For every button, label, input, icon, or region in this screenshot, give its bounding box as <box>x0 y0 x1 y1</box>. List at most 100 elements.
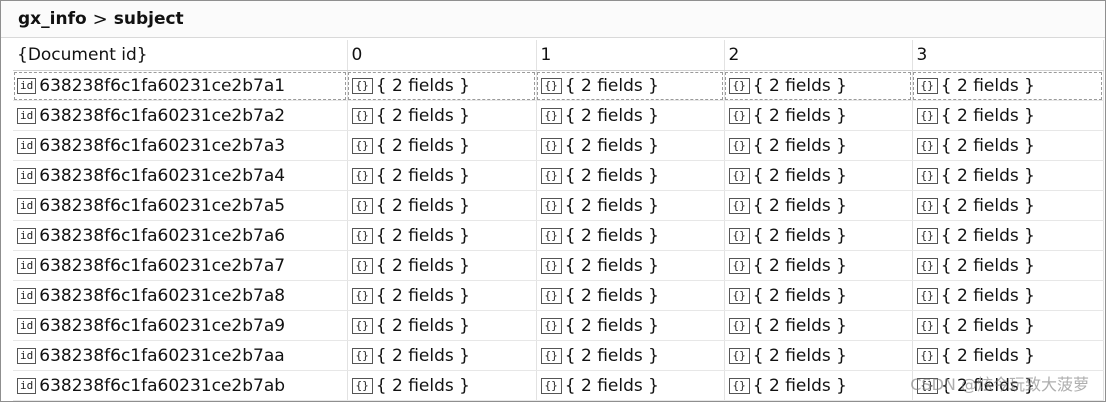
object-field-cell[interactable]: {}{ 2 fields } <box>536 70 725 101</box>
object-field-cell[interactable]: {}{ 2 fields } <box>347 130 537 161</box>
table-body: id 638238f6c1fa60231ce2b7a1{}{ 2 fields }… <box>13 70 1104 401</box>
object-field-cell[interactable]: {}{ 2 fields } <box>912 130 1104 161</box>
object-field-cell[interactable]: {}{ 2 fields } <box>724 250 913 281</box>
object-field-cell[interactable]: {}{ 2 fields } <box>724 100 913 131</box>
object-field-cell[interactable]: {}{ 2 fields } <box>724 310 913 341</box>
document-id-cell[interactable]: id 638238f6c1fa60231ce2b7a9 <box>13 310 348 341</box>
id-type-icon: id <box>17 227 37 244</box>
document-id-cell[interactable]: id 638238f6c1fa60231ce2b7a4 <box>13 160 348 191</box>
object-type-icon: {} <box>540 77 562 94</box>
object-type-icon: {} <box>728 107 750 124</box>
document-id-cell[interactable]: id 638238f6c1fa60231ce2b7a2 <box>13 100 348 131</box>
table-row[interactable]: id 638238f6c1fa60231ce2b7a8{}{ 2 fields }… <box>13 280 1104 311</box>
object-field-cell[interactable]: {}{ 2 fields } <box>536 130 725 161</box>
object-field-cell[interactable]: {}{ 2 fields } <box>536 370 725 401</box>
table-row[interactable]: id 638238f6c1fa60231ce2b7a9{}{ 2 fields }… <box>13 310 1104 341</box>
object-field-cell[interactable]: {}{ 2 fields } <box>347 160 537 191</box>
object-field-cell[interactable]: {}{ 2 fields } <box>912 310 1104 341</box>
object-field-cell[interactable]: {}{ 2 fields } <box>912 70 1104 101</box>
object-field-summary: { 2 fields } <box>564 255 659 276</box>
object-field-cell[interactable]: {}{ 2 fields } <box>724 370 913 401</box>
object-type-icon: {} <box>728 227 750 244</box>
object-field-cell[interactable]: {}{ 2 fields } <box>536 190 725 221</box>
object-type-icon: {} <box>916 77 938 94</box>
table-row[interactable]: id 638238f6c1fa60231ce2b7a5{}{ 2 fields }… <box>13 190 1104 221</box>
column-header-1[interactable]: 1 <box>536 40 725 71</box>
object-field-cell[interactable]: {}{ 2 fields } <box>724 70 913 101</box>
column-header-0[interactable]: 0 <box>347 40 537 71</box>
object-field-cell[interactable]: {}{ 2 fields } <box>724 220 913 251</box>
object-field-cell[interactable]: {}{ 2 fields } <box>724 340 913 371</box>
object-field-cell[interactable]: {}{ 2 fields } <box>347 340 537 371</box>
breadcrumb-collection[interactable]: gx_info <box>18 9 87 29</box>
table-row[interactable]: id 638238f6c1fa60231ce2b7a1{}{ 2 fields }… <box>13 70 1104 101</box>
document-id-cell[interactable]: id 638238f6c1fa60231ce2b7a3 <box>13 130 348 161</box>
document-id-cell[interactable]: id 638238f6c1fa60231ce2b7a5 <box>13 190 348 221</box>
column-header-2[interactable]: 2 <box>724 40 913 71</box>
object-field-cell[interactable]: {}{ 2 fields } <box>347 70 537 101</box>
table-row[interactable]: id 638238f6c1fa60231ce2b7a2{}{ 2 fields }… <box>13 100 1104 131</box>
object-field-summary: { 2 fields } <box>940 255 1035 276</box>
object-field-summary: { 2 fields } <box>752 195 847 216</box>
object-field-cell[interactable]: {}{ 2 fields } <box>347 310 537 341</box>
watermark: CSDN @炫今玩致大菠萝 <box>910 375 1089 394</box>
object-field-cell[interactable]: {}{ 2 fields } <box>347 250 537 281</box>
object-type-icon: {} <box>728 137 750 154</box>
object-field-summary: { 2 fields } <box>375 225 470 246</box>
object-field-summary: { 2 fields } <box>375 135 470 156</box>
table-row[interactable]: id 638238f6c1fa60231ce2b7a3{}{ 2 fields }… <box>13 130 1104 161</box>
object-field-cell[interactable]: {}{ 2 fields } <box>724 160 913 191</box>
object-field-cell[interactable]: {}{ 2 fields } <box>536 250 725 281</box>
object-field-summary: { 2 fields } <box>752 315 847 336</box>
object-field-cell[interactable]: {}{ 2 fields } <box>912 280 1104 311</box>
object-field-cell[interactable]: {}{ 2 fields } <box>912 220 1104 251</box>
object-field-cell[interactable]: {}{ 2 fields } <box>347 370 537 401</box>
table-row[interactable]: id 638238f6c1fa60231ce2b7aa{}{ 2 fields }… <box>13 340 1104 371</box>
table-row[interactable]: id 638238f6c1fa60231ce2b7a7{}{ 2 fields }… <box>13 250 1104 281</box>
document-id-cell[interactable]: id 638238f6c1fa60231ce2b7a6 <box>13 220 348 251</box>
object-field-summary: { 2 fields } <box>564 165 659 186</box>
object-field-summary: { 2 fields } <box>752 285 847 306</box>
document-id-cell[interactable]: id 638238f6c1fa60231ce2b7a8 <box>13 280 348 311</box>
object-field-summary: { 2 fields } <box>752 75 847 96</box>
id-type-icon: id <box>17 107 37 124</box>
object-field-cell[interactable]: {}{ 2 fields } <box>912 160 1104 191</box>
document-id-value: 638238f6c1fa60231ce2b7a6 <box>39 225 286 246</box>
object-field-cell[interactable]: {}{ 2 fields } <box>912 190 1104 221</box>
document-id-value: 638238f6c1fa60231ce2b7a9 <box>39 315 286 336</box>
object-field-summary: { 2 fields } <box>564 105 659 126</box>
object-field-cell[interactable]: {}{ 2 fields } <box>912 100 1104 131</box>
object-field-summary: { 2 fields } <box>752 375 847 396</box>
object-field-cell[interactable]: {}{ 2 fields } <box>724 130 913 161</box>
object-field-summary: { 2 fields } <box>940 345 1035 366</box>
object-type-icon: {} <box>351 317 373 334</box>
object-field-cell[interactable]: {}{ 2 fields } <box>724 190 913 221</box>
object-field-summary: { 2 fields } <box>752 225 847 246</box>
table-row[interactable]: id 638238f6c1fa60231ce2b7a6{}{ 2 fields }… <box>13 220 1104 251</box>
object-type-icon: {} <box>351 257 373 274</box>
object-field-cell[interactable]: {}{ 2 fields } <box>536 280 725 311</box>
table-row[interactable]: id 638238f6c1fa60231ce2b7a4{}{ 2 fields }… <box>13 160 1104 191</box>
object-field-cell[interactable]: {}{ 2 fields } <box>912 340 1104 371</box>
document-id-cell[interactable]: id 638238f6c1fa60231ce2b7a7 <box>13 250 348 281</box>
object-field-cell[interactable]: {}{ 2 fields } <box>536 100 725 131</box>
object-field-cell[interactable]: {}{ 2 fields } <box>912 250 1104 281</box>
object-type-icon: {} <box>916 317 938 334</box>
object-field-summary: { 2 fields } <box>564 225 659 246</box>
object-field-cell[interactable]: {}{ 2 fields } <box>536 220 725 251</box>
column-header-3[interactable]: 3 <box>912 40 1104 71</box>
object-field-cell[interactable]: {}{ 2 fields } <box>347 280 537 311</box>
document-id-cell[interactable]: id 638238f6c1fa60231ce2b7ab <box>13 370 348 401</box>
document-id-cell[interactable]: id 638238f6c1fa60231ce2b7aa <box>13 340 348 371</box>
document-id-cell[interactable]: id 638238f6c1fa60231ce2b7a1 <box>13 70 348 101</box>
object-field-cell[interactable]: {}{ 2 fields } <box>347 220 537 251</box>
object-field-cell[interactable]: {}{ 2 fields } <box>347 100 537 131</box>
object-field-cell[interactable]: {}{ 2 fields } <box>536 340 725 371</box>
object-field-cell[interactable]: {}{ 2 fields } <box>536 310 725 341</box>
object-field-cell[interactable]: {}{ 2 fields } <box>724 280 913 311</box>
object-field-cell[interactable]: {}{ 2 fields } <box>536 160 725 191</box>
object-field-cell[interactable]: {}{ 2 fields } <box>347 190 537 221</box>
column-header-document-id[interactable]: {Document id} <box>13 40 348 71</box>
object-type-icon: {} <box>540 317 562 334</box>
object-field-summary: { 2 fields } <box>752 345 847 366</box>
